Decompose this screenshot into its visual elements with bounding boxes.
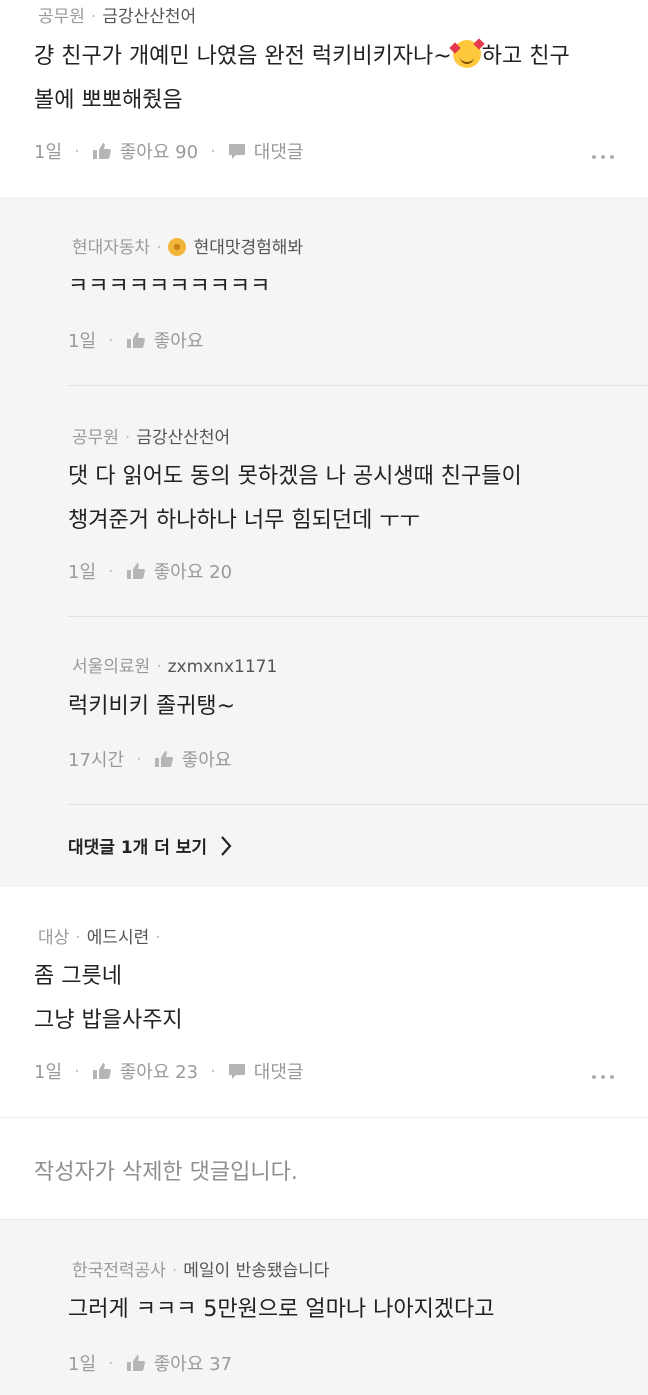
speech-bubble-icon <box>228 143 245 159</box>
divider <box>68 616 648 617</box>
comment-text-part: 좀 그릇네 <box>34 964 122 989</box>
smiling-face-with-hearts-icon <box>449 38 485 68</box>
nickname[interactable]: 금강산산천어 <box>102 7 196 27</box>
like-button[interactable]: 좋아요 23 <box>92 1058 198 1084</box>
comment-text-part: 걍 친구가 개예민 나였음 완전 럭키비키자나~ <box>34 44 452 69</box>
comment-text-part: 볼에 뽀뽀해줬음 <box>34 88 183 113</box>
comment-item: 대상 · 에드시련 · 좀 그릇네 그냥 밥을사주지 1일 · 좋아요 23 · 대댓… <box>0 887 648 1117</box>
nickname[interactable]: 에드시련 <box>87 928 150 948</box>
more-dots-icon[interactable] <box>592 155 614 159</box>
see-more-replies-button[interactable]: 대댓글 1개 더 보기 <box>68 833 233 858</box>
company-label: 공무원 <box>72 428 119 448</box>
reply-meta: 한국전력공사 · 메일이 반송됐습니다 <box>72 1261 330 1281</box>
reply-label: 대댓글 <box>253 1062 304 1083</box>
reply-text-part: 댓 다 읽어도 동의 못하겠음 나 공시생때 친구들이 <box>68 464 522 489</box>
timestamp: 1일 <box>68 1354 97 1375</box>
like-count-label: 좋아요 90 <box>119 142 199 163</box>
like-count-label: 좋아요 <box>153 331 204 352</box>
nickname[interactable]: 현대맛경험해봐 <box>194 238 303 258</box>
reply-section: 현대자동차 · 현대맛경험해봐 ㅋㅋㅋㅋㅋㅋㅋㅋㅋㅋ 1일 · 좋아요 공무원 · 금강… <box>0 197 648 887</box>
company-label: 대상 <box>38 928 70 948</box>
deleted-comment: 작성자가 삭제한 댓글입니다. <box>0 1118 648 1219</box>
reply-label: 대댓글 <box>253 142 304 163</box>
comment-meta: 공무원 · 금강산산천어 <box>38 7 197 27</box>
reply-actions: 1일 · 좋아요 20 <box>68 558 232 584</box>
reply-button[interactable]: 대댓글 <box>228 1058 304 1084</box>
thumbs-up-icon <box>126 1355 145 1371</box>
reply-section: 한국전력공사 · 메일이 반송됐습니다 그러게 ㅋㅋㅋ 5만원으로 얼마나 나아지겠… <box>0 1219 648 1395</box>
like-button[interactable]: 좋아요 <box>126 327 204 353</box>
thumbs-up-icon <box>92 143 111 159</box>
thumbs-up-icon <box>154 751 173 767</box>
company-label: 현대자동차 <box>72 238 151 258</box>
reply-meta: 현대자동차 · 현대맛경험해봐 <box>72 238 304 258</box>
sunflower-badge-icon <box>167 238 186 256</box>
thumbs-up-icon <box>92 1063 111 1079</box>
reply-actions: 17시간 · 좋아요 <box>68 746 231 772</box>
like-count-label: 좋아요 37 <box>153 1354 233 1375</box>
nickname[interactable]: 금강산산천어 <box>136 428 230 448</box>
like-button[interactable]: 좋아요 90 <box>92 138 198 164</box>
reply-button[interactable]: 대댓글 <box>228 138 304 164</box>
like-button[interactable]: 좋아요 37 <box>126 1350 232 1376</box>
reply-text-part: 챙겨준거 하나하나 너무 힘되던데 ㅜㅜ <box>68 508 420 533</box>
comment-meta: 대상 · 에드시련 · <box>38 928 161 948</box>
comment-text: 좀 그릇네 그냥 밥을사주지 <box>34 955 183 1043</box>
speech-bubble-icon <box>228 1063 245 1079</box>
nickname[interactable]: 메일이 반송됐습니다 <box>183 1261 329 1281</box>
comment-text-part: 그냥 밥을사주지 <box>34 1008 183 1033</box>
reply-text: ㅋㅋㅋㅋㅋㅋㅋㅋㅋㅋ <box>68 274 271 299</box>
like-count-label: 좋아요 23 <box>119 1062 199 1083</box>
comment-text-part: 하고 친구 <box>481 44 570 69</box>
divider <box>68 385 648 386</box>
like-button[interactable]: 좋아요 20 <box>126 558 232 584</box>
see-more-label: 대댓글 1개 더 보기 <box>68 838 208 858</box>
like-button[interactable]: 좋아요 <box>154 746 232 772</box>
timestamp: 17시간 <box>68 750 125 771</box>
nickname-suffix: · <box>155 928 161 948</box>
company-label: 한국전력공사 <box>72 1261 166 1281</box>
comment-text: 걍 친구가 개예민 나였음 완전 럭키비키자나~ 하고 친구 볼에 뽀뽀해줬음 <box>34 35 570 123</box>
reply-text: 댓 다 읽어도 동의 못하겠음 나 공시생때 친구들이 챙겨준거 하나하나 너무… <box>68 455 522 543</box>
reply-text: 럭키비키 졸귀탱~ <box>68 694 236 719</box>
reply-text: 그러게 ㅋㅋㅋ 5만원으로 얼마나 나아지겠다고 <box>68 1297 495 1322</box>
timestamp: 1일 <box>34 142 63 163</box>
timestamp: 1일 <box>34 1062 63 1083</box>
company-label: 공무원 <box>38 7 85 27</box>
reply-meta: 서울의료원 · zxmxnx1171 <box>72 657 278 677</box>
company-label: 서울의료원 <box>72 657 151 677</box>
deleted-comment-text: 작성자가 삭제한 댓글입니다. <box>34 1160 298 1185</box>
more-dots-icon[interactable] <box>592 1075 614 1079</box>
comment-item: 공무원 · 금강산산천어 걍 친구가 개예민 나였음 완전 럭키비키자나~ 하고 친구… <box>0 0 648 197</box>
thumbs-up-icon <box>126 332 145 348</box>
timestamp: 1일 <box>68 562 97 583</box>
timestamp: 1일 <box>68 331 97 352</box>
thumbs-up-icon <box>126 563 145 579</box>
comment-actions: 1일 · 좋아요 23 · 대댓글 <box>34 1058 303 1084</box>
like-count-label: 좋아요 20 <box>153 562 233 583</box>
comment-actions: 1일 · 좋아요 90 · 대댓글 <box>34 138 303 164</box>
reply-actions: 1일 · 좋아요 37 <box>68 1350 232 1376</box>
reply-meta: 공무원 · 금강산산천어 <box>72 428 231 448</box>
nickname[interactable]: zxmxnx1171 <box>168 657 278 677</box>
divider <box>68 804 648 805</box>
reply-actions: 1일 · 좋아요 <box>68 327 203 353</box>
chevron-right-icon <box>221 835 232 856</box>
like-count-label: 좋아요 <box>181 750 232 771</box>
